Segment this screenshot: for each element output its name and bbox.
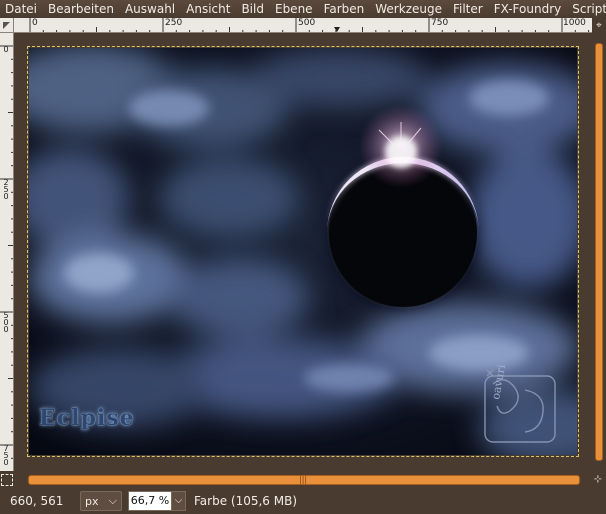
hruler-label-500: 500 bbox=[298, 18, 316, 28]
hruler-label-1000: 1000 bbox=[563, 18, 586, 28]
zoom-input[interactable]: 66,7 % bbox=[128, 491, 172, 511]
menu-farben[interactable]: Farben bbox=[324, 0, 365, 18]
image-canvas[interactable]: oavuri Eclpise bbox=[27, 46, 579, 457]
horizontal-scroll-row: ||| ⊹ bbox=[0, 471, 606, 488]
hruler-label-0: 0 bbox=[32, 18, 38, 28]
unit-select[interactable]: px ⌵ bbox=[80, 491, 122, 511]
vertical-scrollbar[interactable] bbox=[592, 33, 606, 471]
menu-script-fu[interactable]: Script-Fu bbox=[572, 0, 606, 18]
menu-filter[interactable]: Filter bbox=[453, 0, 483, 18]
image-canvas-area[interactable]: oavuri Eclpise bbox=[15, 34, 592, 471]
menu-fx-foundry[interactable]: FX-Foundry bbox=[494, 0, 562, 18]
vertical-scrollbar-thumb[interactable] bbox=[595, 43, 603, 461]
menu-werkzeuge[interactable]: Werkzeuge bbox=[375, 0, 442, 18]
eclipse-title-text: Eclpise bbox=[39, 405, 135, 431]
resize-grip-icon[interactable]: ⊹ bbox=[592, 474, 604, 486]
ruler-corner-triangle-icon[interactable] bbox=[0, 18, 14, 33]
menu-ansicht[interactable]: Ansicht bbox=[186, 0, 230, 18]
horizontal-ruler[interactable]: 0 250 500 750 1000 bbox=[14, 18, 592, 33]
scrollbar-grip-icon: ||| bbox=[299, 475, 308, 484]
pointer-position-marker bbox=[334, 27, 340, 32]
menu-bild[interactable]: Bild bbox=[241, 0, 264, 18]
chevron-down-icon: ⌵ bbox=[108, 494, 117, 507]
vruler-label-500: 500 bbox=[3, 311, 9, 334]
menu-bar: Datei Bearbeiten Auswahl Ansicht Bild Eb… bbox=[0, 0, 606, 18]
status-message: Farbe (105,6 MB) bbox=[194, 494, 298, 508]
zoom-combo[interactable]: 66,7 % ⌵ bbox=[128, 491, 186, 511]
vertical-ruler-ticks bbox=[0, 45, 13, 459]
navigate-arrow-icon[interactable]: ⌖ bbox=[592, 18, 606, 33]
status-bar: 660, 561 px ⌵ 66,7 % ⌵ Farbe (105,6 MB) bbox=[0, 488, 606, 514]
menu-auswahl[interactable]: Auswahl bbox=[125, 0, 175, 18]
vruler-label-0: 0 bbox=[3, 45, 9, 54]
menu-ebene[interactable]: Ebene bbox=[275, 0, 313, 18]
vruler-label-250: 250 bbox=[3, 178, 9, 201]
horizontal-scrollbar-thumb[interactable]: ||| bbox=[28, 475, 580, 485]
pointer-coordinates: 660, 561 bbox=[10, 494, 64, 508]
unit-select-value: px bbox=[85, 494, 99, 508]
vruler-label-750: 750 bbox=[3, 444, 9, 467]
eclipse-artwork: oavuri bbox=[29, 48, 577, 455]
hruler-label-750: 750 bbox=[431, 18, 449, 28]
quick-mask-icon[interactable] bbox=[1, 474, 13, 486]
chevron-down-icon[interactable]: ⌵ bbox=[172, 491, 186, 511]
menu-datei[interactable]: Datei bbox=[5, 0, 37, 18]
menu-bearbeiten[interactable]: Bearbeiten bbox=[48, 0, 114, 18]
vertical-ruler[interactable]: 0 250 500 750 bbox=[0, 33, 14, 471]
hruler-label-250: 250 bbox=[165, 18, 183, 28]
